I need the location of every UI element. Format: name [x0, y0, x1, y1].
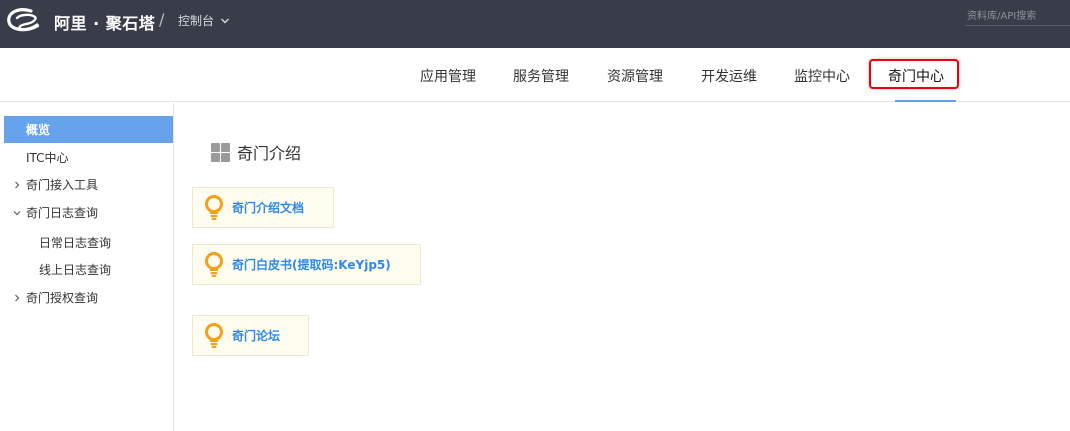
console-label: 控制台	[178, 14, 215, 28]
chevron-right-icon	[10, 294, 24, 302]
sidebar-item-qimen-log-query[interactable]: 奇门日志查询	[4, 199, 173, 226]
sidebar-item-label: 奇门日志查询	[26, 206, 99, 220]
sidebar-item-label: 线上日志查询	[39, 263, 112, 277]
grid-icon	[211, 142, 230, 162]
sidebar-item-itc-center[interactable]: ITC中心	[4, 144, 173, 171]
card-label[interactable]: 奇门介绍文档	[232, 199, 304, 216]
nav-devops[interactable]: 开发运维	[701, 66, 757, 86]
console-dropdown[interactable]: 控制台	[178, 12, 230, 29]
lightbulb-icon	[205, 251, 223, 277]
sidebar-item-label: 奇门接入工具	[26, 178, 99, 192]
card-qimen-intro-doc[interactable]: 奇门介绍文档	[192, 187, 334, 228]
chevron-down-icon	[10, 209, 24, 217]
nav-active-underline	[895, 100, 956, 102]
sidebar-item-qimen-auth-query[interactable]: 奇门授权查询	[4, 284, 173, 311]
api-search-input[interactable]	[965, 8, 1070, 26]
brand-separator: /	[159, 10, 165, 29]
card-label[interactable]: 奇门论坛	[232, 327, 280, 344]
card-qimen-forum[interactable]: 奇门论坛	[192, 315, 309, 356]
section-title: 奇门介绍	[211, 140, 301, 164]
sidebar-item-qimen-tools[interactable]: 奇门接入工具	[4, 171, 173, 198]
nav-qimen-center[interactable]: 奇门中心	[888, 66, 944, 86]
chevron-right-icon	[10, 181, 24, 189]
card-qimen-whitepaper[interactable]: 奇门白皮书(提取码:KeYjp5)	[192, 244, 421, 285]
lightbulb-icon	[205, 194, 223, 220]
nav-monitoring-center[interactable]: 监控中心	[794, 66, 850, 86]
nav-service-management[interactable]: 服务管理	[513, 66, 569, 86]
section-title-text: 奇门介绍	[237, 144, 302, 163]
sidebar-item-daily-log-query[interactable]: 日常日志查询	[4, 229, 173, 256]
main-nav: 应用管理 服务管理 资源管理 开发运维 监控中心 奇门中心	[0, 48, 1070, 102]
nav-resource-management[interactable]: 资源管理	[607, 66, 663, 86]
sidebar-item-label: 概览	[26, 123, 51, 137]
chevron-down-icon	[221, 18, 230, 23]
brand-title[interactable]: 阿里 · 聚石塔	[54, 10, 155, 34]
sidebar-item-overview[interactable]: 概览	[4, 116, 173, 143]
nav-app-management[interactable]: 应用管理	[420, 66, 476, 86]
sidebar-item-label: 奇门授权查询	[26, 291, 99, 305]
sidebar-item-online-log-query[interactable]: 线上日志查询	[4, 256, 173, 283]
card-label[interactable]: 奇门白皮书(提取码:KeYjp5)	[232, 256, 391, 273]
lightbulb-icon	[205, 322, 223, 348]
sidebar: 概览 ITC中心 奇门接入工具 奇门日志查询 日常日志查询 线上日志查询 奇门授…	[0, 103, 174, 431]
alibaba-logo-icon[interactable]	[4, 5, 46, 35]
top-bar: 阿里 · 聚石塔 / 控制台	[0, 0, 1070, 48]
sidebar-item-label: 日常日志查询	[39, 236, 112, 250]
sidebar-item-label: ITC中心	[26, 151, 69, 165]
